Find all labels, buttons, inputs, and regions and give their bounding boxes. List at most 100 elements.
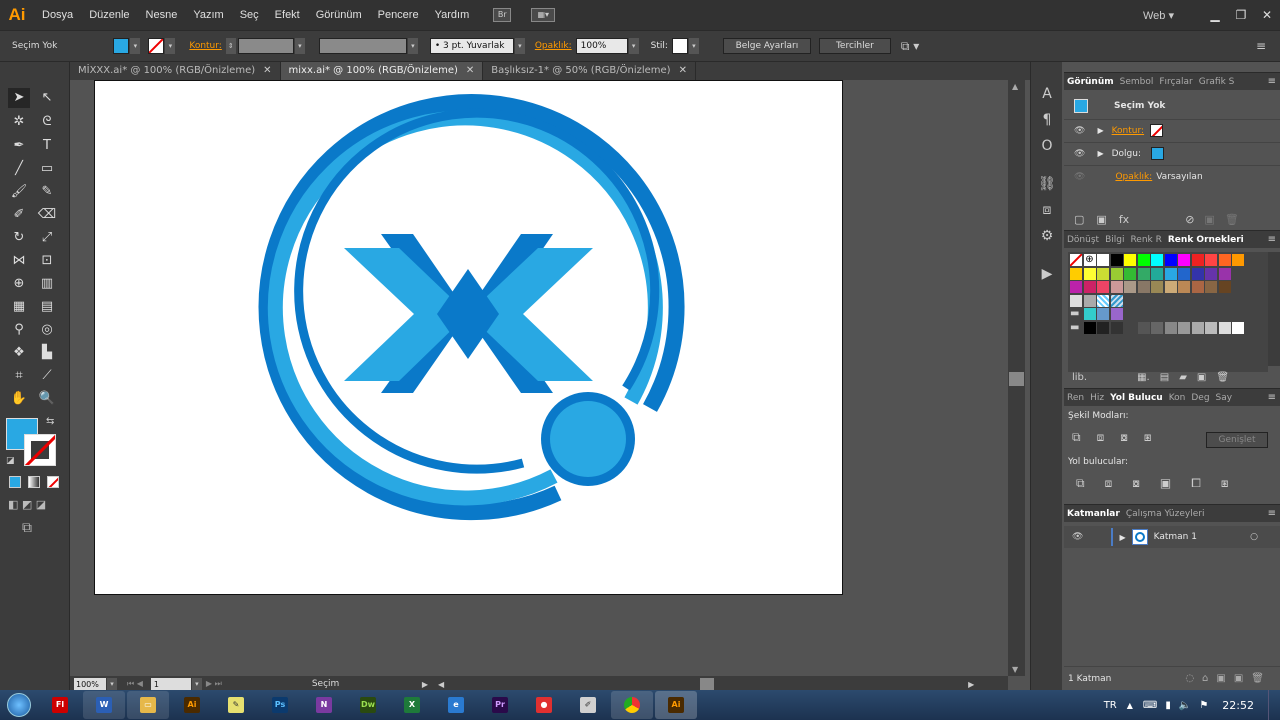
none-mode-icon[interactable] bbox=[47, 476, 59, 488]
eyedropper-tool-icon[interactable]: ⚲ bbox=[8, 320, 30, 340]
scroll-right-icon[interactable]: ▶ bbox=[968, 680, 974, 689]
hand-tool-icon[interactable]: ✋ bbox=[8, 389, 30, 409]
swatch-chip[interactable] bbox=[1151, 281, 1163, 293]
menu-gorunum[interactable]: Görünüm bbox=[308, 0, 370, 30]
tab-transform[interactable]: Dönüşt bbox=[1064, 235, 1102, 245]
swatch-chip[interactable] bbox=[1110, 254, 1123, 266]
scroll-down-icon[interactable]: ▼ bbox=[1012, 665, 1018, 674]
stroke-weight-dropdown-icon[interactable]: ▾ bbox=[294, 38, 305, 54]
rectangle-tool-icon[interactable]: ▭ bbox=[36, 159, 58, 179]
swatch-chip[interactable] bbox=[1232, 254, 1244, 266]
menu-nesne[interactable]: Nesne bbox=[138, 0, 186, 30]
swatch-chip[interactable] bbox=[1137, 321, 1150, 334]
swatch-chip[interactable] bbox=[1164, 254, 1177, 266]
swatch-chip[interactable] bbox=[1097, 308, 1109, 320]
tab-brushes[interactable]: Fırçalar bbox=[1156, 77, 1195, 87]
swatch-chip[interactable] bbox=[1151, 254, 1163, 266]
logo-artwork[interactable] bbox=[95, 81, 844, 596]
tab-color[interactable]: Renk R bbox=[1127, 235, 1164, 245]
selection-tool-icon[interactable]: ➤ bbox=[8, 88, 30, 108]
swatch-chip[interactable] bbox=[1178, 267, 1190, 280]
pathfinder-menu-icon[interactable]: ≡ bbox=[1268, 392, 1276, 403]
minus-back-icon[interactable]: ⧆ bbox=[1221, 476, 1229, 491]
tab-graphic-styles[interactable]: Grafik S bbox=[1196, 77, 1238, 87]
tab-artboards[interactable]: Çalışma Yüzeyleri bbox=[1123, 509, 1208, 519]
close-tab-icon[interactable]: ✕ bbox=[679, 65, 687, 76]
vertical-scroll-thumb[interactable] bbox=[1009, 372, 1024, 386]
swatch-chip[interactable] bbox=[1178, 281, 1190, 293]
artboard-tool-icon[interactable]: ⌗ bbox=[8, 366, 30, 386]
blend-tool-icon[interactable]: ◎ bbox=[36, 320, 58, 340]
mesh-tool-icon[interactable]: ▦ bbox=[8, 297, 30, 317]
unite-icon[interactable]: ⧉ bbox=[1072, 430, 1081, 445]
delete-swatch-icon[interactable]: 🗑 bbox=[1216, 372, 1229, 383]
eye-icon[interactable]: 👁 bbox=[1074, 172, 1085, 182]
start-button[interactable] bbox=[0, 690, 38, 720]
restore-icon[interactable]: ❐ bbox=[1228, 6, 1254, 24]
swatch-chip[interactable] bbox=[1110, 321, 1123, 334]
image-trace-panel-icon[interactable]: ⧈ bbox=[1037, 200, 1057, 220]
graphic-styles-panel-icon[interactable]: ⚙ bbox=[1037, 226, 1057, 246]
logo-dot-inner[interactable] bbox=[550, 401, 626, 477]
swatch-chip[interactable] bbox=[1218, 254, 1231, 266]
swatch-chip[interactable] bbox=[1110, 294, 1123, 307]
layer-actions-icon[interactable]: ◌⌂▣▣🗑 bbox=[1185, 673, 1272, 684]
clock[interactable]: 22:52 bbox=[1222, 699, 1254, 712]
eye-icon[interactable]: 👁 bbox=[1072, 532, 1083, 542]
volume-icon[interactable]: 🔈 bbox=[1179, 700, 1191, 711]
opacity-field[interactable]: 100% bbox=[575, 38, 628, 54]
arrange-icon[interactable]: ⧉ ▾ bbox=[901, 39, 919, 54]
stroke-swatch[interactable] bbox=[148, 38, 165, 54]
next-artboard-icon[interactable]: ▶ ⏭ bbox=[206, 679, 222, 689]
horizontal-scroll-thumb[interactable] bbox=[700, 678, 715, 690]
swatch-chip[interactable]: ⊕ bbox=[1083, 254, 1096, 266]
swatch-chip[interactable] bbox=[1097, 254, 1109, 266]
merge-icon[interactable]: ⧇ bbox=[1132, 476, 1140, 491]
swatch-chip[interactable] bbox=[1191, 281, 1204, 293]
scale-tool-icon[interactable]: ⤢ bbox=[36, 228, 58, 248]
direct-selection-tool-icon[interactable]: ↖ bbox=[36, 88, 58, 108]
appearance-stroke-swatch[interactable] bbox=[1150, 124, 1164, 137]
swatch-chip[interactable] bbox=[1178, 321, 1190, 334]
taskbar-photoshop[interactable]: Ps bbox=[259, 691, 301, 719]
crop-icon[interactable]: ▣ bbox=[1160, 476, 1171, 491]
expand-icon[interactable]: ▶ bbox=[1097, 126, 1103, 135]
fx-icon[interactable]: fx bbox=[1119, 213, 1129, 226]
perspective-grid-tool-icon[interactable]: ▥ bbox=[36, 274, 58, 294]
rotate-tool-icon[interactable]: ↻ bbox=[8, 228, 30, 248]
keyboard-icon[interactable]: ⌨ bbox=[1143, 700, 1157, 711]
preferences-button[interactable]: Tercihler bbox=[818, 38, 891, 54]
bridge-button[interactable]: Br bbox=[493, 8, 512, 22]
swatch-options-icon[interactable]: ▤ bbox=[1160, 372, 1169, 383]
style-swatch[interactable] bbox=[671, 38, 688, 54]
trim-icon[interactable]: ⧈ bbox=[1105, 476, 1113, 491]
taskbar-onenote[interactable]: N bbox=[303, 691, 345, 719]
taskbar-chrome[interactable] bbox=[611, 691, 653, 719]
swatch-chip[interactable] bbox=[1070, 281, 1082, 293]
appearance-stroke-row[interactable]: 👁 ▶ Kontur: bbox=[1064, 119, 1280, 141]
paintbrush-tool-icon[interactable]: 🖌 bbox=[8, 182, 30, 202]
appearance-opacity-row[interactable]: 👁 Opaklık: Varsayılan bbox=[1064, 165, 1280, 187]
swatch-chip[interactable] bbox=[1151, 267, 1163, 280]
tab-appearance[interactable]: Görünüm bbox=[1064, 77, 1117, 87]
swatch-chip[interactable] bbox=[1110, 267, 1123, 280]
taskbar-illustrator[interactable]: Ai bbox=[171, 691, 213, 719]
swatch-chip[interactable] bbox=[1191, 254, 1204, 266]
zoom-field[interactable]: 100% bbox=[74, 677, 106, 691]
expand-icon[interactable]: ▶ bbox=[1119, 533, 1125, 542]
actions-panel-icon[interactable]: ▶ bbox=[1037, 264, 1057, 284]
menu-yardim[interactable]: Yardım bbox=[427, 0, 478, 30]
stroke-color-box[interactable] bbox=[24, 434, 56, 466]
layer-row[interactable]: 👁 ▶ Katman 1 ○ bbox=[1064, 526, 1280, 548]
taskbar-bandicam[interactable]: ● bbox=[523, 691, 565, 719]
status-menu-icon[interactable]: ▶ bbox=[422, 680, 428, 689]
screen-mode-icon[interactable]: ⧉ bbox=[22, 520, 32, 536]
swatch-chip[interactable] bbox=[1069, 253, 1083, 267]
default-colors-icon[interactable]: ◪ bbox=[6, 456, 15, 466]
swatch-chip[interactable] bbox=[1070, 294, 1082, 307]
shape-builder-tool-icon[interactable]: ⊕ bbox=[8, 274, 30, 294]
clear-appearance-icon[interactable]: ⊘ bbox=[1185, 213, 1194, 226]
line-tool-icon[interactable]: ╱ bbox=[8, 159, 30, 179]
swatch-chip[interactable] bbox=[1151, 321, 1163, 334]
tab-basliksiz[interactable]: Başlıksız-1* @ 50% (RGB/Önizleme) ✕ bbox=[483, 62, 696, 80]
